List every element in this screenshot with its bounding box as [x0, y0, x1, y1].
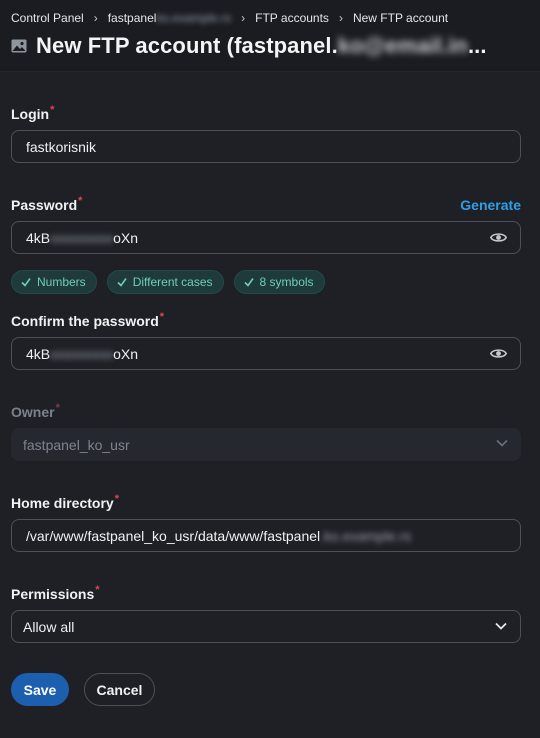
home-directory-value: /var/www/fastpanel_ko_usr/data/www/fastp… [26, 527, 412, 544]
home-directory-label: Home directory* [11, 493, 119, 511]
chevron-down-icon [495, 622, 507, 630]
login-label: Login* [11, 104, 55, 122]
breadcrumb-site[interactable]: fastpanelko.example.rs [108, 11, 231, 25]
requirement-numbers: Numbers [11, 270, 97, 294]
eye-icon[interactable] [490, 347, 507, 360]
check-icon [243, 278, 254, 287]
check-icon [21, 278, 31, 287]
chevron-right-icon: › [241, 11, 246, 25]
confirm-password-value: 4kBxxxxxxxxxoXn [26, 345, 139, 362]
owner-select: fastpanel_ko_usr [11, 428, 521, 461]
owner-value: fastpanel_ko_usr [23, 436, 130, 453]
password-value: 4kBxxxxxxxxxoXn [26, 229, 139, 246]
page-header: Control Panel › fastpanelko.example.rs ›… [0, 0, 540, 72]
eye-icon[interactable] [490, 231, 507, 244]
owner-label: Owner* [11, 402, 60, 420]
title-row: New FTP account (fastpanel.ko@email.in..… [11, 33, 487, 59]
login-field[interactable]: fastkorisnik [11, 130, 521, 163]
breadcrumb: Control Panel › fastpanelko.example.rs ›… [11, 11, 448, 25]
chevron-right-icon: › [93, 11, 98, 25]
permissions-value: Allow all [23, 618, 75, 635]
password-field[interactable]: 4kBxxxxxxxxxoXn [11, 221, 521, 254]
password-requirements: Numbers Different cases 8 symbols [11, 270, 325, 294]
save-button[interactable]: Save [11, 673, 69, 706]
login-value: fastkorisnik [26, 138, 97, 155]
image-icon [11, 39, 27, 53]
confirm-password-label: Confirm the password* [11, 311, 165, 329]
page-title: New FTP account (fastpanel.ko@email.in..… [36, 33, 487, 58]
generate-password-button[interactable]: Generate [460, 197, 521, 213]
home-directory-field[interactable]: /var/www/fastpanel_ko_usr/data/www/fastp… [11, 519, 521, 552]
requirement-different-cases: Different cases [106, 270, 224, 294]
permissions-label: Permissions* [11, 584, 100, 602]
chevron-right-icon: › [338, 11, 343, 25]
breadcrumb-control-panel[interactable]: Control Panel [11, 11, 84, 25]
password-label: Password* [11, 195, 83, 213]
breadcrumb-ftp-accounts[interactable]: FTP accounts [255, 11, 329, 25]
confirm-password-field[interactable]: 4kBxxxxxxxxxoXn [11, 337, 521, 370]
permissions-select[interactable]: Allow all [11, 610, 521, 643]
cancel-button[interactable]: Cancel [84, 673, 155, 706]
requirement-8-symbols: 8 symbols [233, 270, 325, 294]
breadcrumb-current: New FTP account [352, 11, 449, 25]
check-icon [117, 278, 127, 287]
chevron-down-icon [496, 439, 508, 447]
